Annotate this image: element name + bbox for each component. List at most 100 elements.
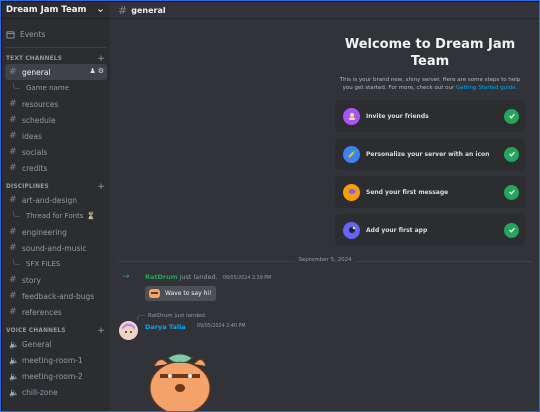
thread-game-name[interactable]: Game name [5,80,107,96]
wave-button[interactable]: Wave to say hi! [145,286,217,301]
app-icon [343,221,360,239]
channel-art-and-design[interactable]: # art-and-design [5,192,107,208]
message-username[interactable]: Darya Talia [145,323,186,331]
events-item[interactable]: Events [2,25,110,43]
channel-ideas[interactable]: # ideas [5,128,107,144]
channel-socials[interactable]: # socials [5,144,107,160]
channel-label: references [22,307,62,317]
server-header[interactable]: Dream Jam Team [2,2,110,19]
message-bubble-icon [343,183,360,201]
invite-icon[interactable]: ♟ [89,67,95,75]
thread-elbow [13,82,20,89]
thread-fonts[interactable]: Thread for Fonts ⌛ [5,208,107,224]
hash-icon: # [9,131,17,141]
channel-label: sound-and-music [22,243,87,253]
task-send-message[interactable]: Send your first message [335,176,525,208]
hash-icon: # [9,115,17,125]
hash-icon: # [9,163,17,173]
join-text: just landed. [179,273,218,281]
thread-elbow [13,258,20,265]
hash-icon: # [9,195,17,205]
hash-icon: # [118,3,128,17]
voice-channel-meeting-room-2[interactable]: 🔈 meeting-room-2 [5,368,107,384]
task-add-app[interactable]: Add your first app [335,214,525,246]
channel-schedule[interactable]: # schedule [5,112,107,128]
channel-label: meeting-room-2 [22,371,83,381]
chevron-down-icon [98,8,103,12]
task-invite-friends[interactable]: Invite your friends [335,100,525,132]
speaker-icon: 🔈 [9,339,19,349]
reply-username: RatDrum [148,312,173,319]
voice-channel-meeting-room-1[interactable]: 🔈 meeting-room-1 [5,352,107,368]
speaker-icon: 🔈 [9,355,19,365]
wave-label: Wave to say hi! [165,290,212,297]
channel-sidebar: Dream Jam Team Events TEXT CHANNELS + # … [2,2,110,411]
channel-label: meeting-room-1 [22,355,83,365]
getting-started-link[interactable]: Getting Started guide. [456,85,517,91]
channel-resources[interactable]: # resources [5,96,107,112]
hash-icon: # [9,99,17,109]
add-channel-icon[interactable]: + [97,326,105,336]
chat-area: # general Welcome to Dream Jam Team This… [110,2,539,411]
channel-title: general [131,5,166,15]
speaker-icon: 🔈 [9,371,19,381]
add-channel-icon[interactable]: + [97,182,105,192]
task-label: Add your first app [366,226,428,234]
voice-channel-chill-zone[interactable]: 🔈 chill-zone [5,384,107,400]
gear-icon[interactable]: ⚙ [98,67,104,75]
speaker-icon: 🔈 [9,387,19,397]
channel-label: schedule [22,115,56,125]
channel-label: art-and-design [22,195,78,205]
date-divider-label: September 5, 2024 [294,257,356,263]
category-voice-channels[interactable]: VOICE CHANNELS + [2,325,110,336]
channel-label: ideas [22,131,42,141]
voice-channel-general[interactable]: 🔈 General [5,336,107,352]
channel-engineering[interactable]: # engineering [5,224,107,240]
category-text-channels[interactable]: TEXT CHANNELS + [2,53,110,64]
thread-sfx-files[interactable]: SFX FILES [5,256,107,272]
category-disciplines[interactable]: DISCIPLINES + [2,181,110,192]
hamster-sticker [149,353,211,411]
task-personalize-server[interactable]: Personalize your server with an icon [335,138,525,170]
welcome-description: This is your brand new, shiny server. He… [335,76,525,92]
join-line: RatDrum just landed. 09/05/2024 2:39 PM [145,273,271,281]
reply-elbow [137,315,145,320]
avatar[interactable] [119,321,138,340]
invite-friends-icon [343,107,360,125]
channel-label: general [22,67,51,77]
channel-header: # general [110,2,539,19]
check-icon [504,108,519,124]
category-label: DISCIPLINES [6,183,49,190]
hash-icon: # [9,243,17,253]
channel-story[interactable]: # story [5,272,107,288]
channel-label: engineering [22,227,67,237]
channel-references[interactable]: # references [5,304,107,320]
add-channel-icon[interactable]: + [97,54,105,64]
channel-feedback-and-bugs[interactable]: # feedback-and-bugs [5,288,107,304]
sidebar-separator [6,47,106,48]
server-name: Dream Jam Team [6,5,87,15]
reply-preview[interactable]: RatDrum just landed. [137,311,207,320]
check-icon [504,222,519,238]
hash-icon: # [9,275,17,285]
discord-window: Dream Jam Team Events TEXT CHANNELS + # … [0,0,540,412]
thread-label: SFX FILES [26,260,61,268]
category-label: TEXT CHANNELS [6,55,63,62]
task-label: Personalize your server with an icon [366,150,490,158]
thread-elbow [13,210,20,217]
calendar-icon [6,30,15,39]
channel-sound-and-music[interactable]: # sound-and-music [5,240,107,256]
hash-icon: # [9,67,17,77]
channel-credits[interactable]: # credits [5,160,107,176]
channel-label: feedback-and-bugs [22,291,95,301]
brush-icon [343,145,360,163]
channel-label: General [22,339,52,349]
welcome-panel: Welcome to Dream Jam Team This is your b… [335,36,525,246]
task-label: Invite your friends [366,112,429,120]
category-label: VOICE CHANNELS [6,327,66,334]
wave-sticker-icon [149,289,160,298]
join-username[interactable]: RatDrum [145,273,178,281]
channel-general[interactable]: # general ♟ ⚙ [5,64,107,80]
reply-text: just landed. [174,312,207,319]
thread-label: Game name [26,84,69,92]
